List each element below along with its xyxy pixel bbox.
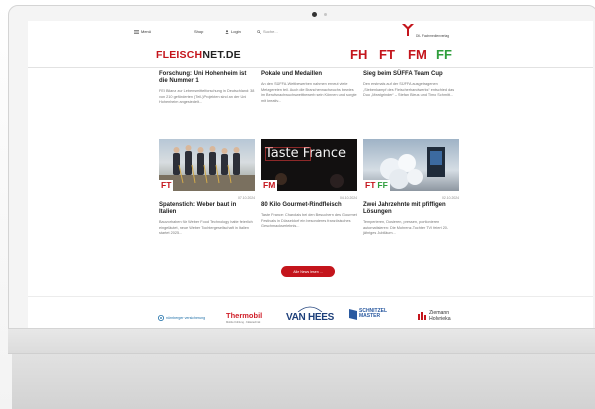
article-excerpt: An den SÜFFA-Wettbewerben nahmen erneut … — [261, 82, 357, 103]
partner-name: Thermobil — [226, 311, 263, 320]
article-date: 07.10.2024 — [238, 196, 255, 200]
hamburger-icon — [134, 29, 139, 34]
webcam-icon — [312, 12, 317, 17]
search-input[interactable]: Suche... — [257, 29, 278, 34]
top-nav: Menü Shop Login Suche... DIL Fachmedienv… — [28, 21, 593, 41]
article-title[interactable]: 80 Kilo Gourmet-Rindfleisch — [261, 202, 357, 209]
article-card[interactable]: Pokale und Medaillen An den SÜFFA-Wettbe… — [261, 71, 357, 104]
divider — [28, 296, 593, 297]
article-image[interactable]: FT — [159, 139, 255, 191]
article-card[interactable]: Sieg beim SÜFFA Team Cup Den erstmals au… — [363, 71, 459, 99]
article-image[interactable]: Taste France FM — [261, 139, 357, 191]
login-label: Login — [231, 29, 241, 34]
tag-fh[interactable]: FH — [350, 47, 367, 62]
article-image[interactable]: FT FF — [363, 139, 459, 191]
article-card[interactable]: Zwei Jahrzehnte mit pfiffigen Lösungen T… — [363, 202, 459, 237]
tag-ft[interactable]: FT — [379, 47, 395, 62]
shop-label: Shop — [194, 29, 204, 34]
sensor-dot — [324, 13, 327, 16]
article-title[interactable]: Zwei Jahrzehnte mit pfiffigen Lösungen — [363, 202, 459, 216]
monitor-chin — [8, 328, 595, 354]
ziemann-icon — [418, 312, 426, 320]
publisher-name: DIL Fachmedienverlag — [416, 34, 450, 38]
article-card[interactable]: Forschung: Uni Hohenheim ist die Nummer … — [159, 71, 255, 106]
badge-label: FT — [161, 180, 172, 190]
groundbreaking-photo — [159, 145, 255, 191]
article-card[interactable]: 80 Kilo Gourmet-Rindfleisch Taste France… — [261, 202, 357, 230]
article-title[interactable]: Forschung: Uni Hohenheim ist die Nummer … — [159, 71, 255, 85]
partner-name: nürnberger versicherung — [166, 316, 206, 320]
dil-logo-icon — [402, 24, 414, 36]
article-date: 04.10.2024 — [340, 196, 357, 200]
article-date: 02.10.2024 — [442, 196, 459, 200]
menu-label: Menü — [141, 29, 152, 34]
magazine-badge: FT FF — [363, 180, 390, 191]
site-logo-part2: NET.DE — [202, 49, 241, 61]
partner-logo[interactable]: VAN HEES — [286, 305, 334, 323]
article-excerpt: Taste France: Charolais bei den Besucher… — [261, 213, 357, 229]
badge-label: FT — [365, 180, 376, 190]
van-hees-arc-icon — [297, 306, 323, 312]
article-excerpt: FEI Bilanz zur Lebensmittelforschung in … — [159, 89, 255, 105]
partner-logo[interactable]: nürnberger versicherung — [158, 315, 205, 321]
article-title[interactable]: Pokale und Medaillen — [261, 71, 357, 78]
article-excerpt: Bauvorhaben für Weber Food Technology ha… — [159, 220, 253, 236]
article-title[interactable]: Spatenstich: Weber baut in Italien — [159, 202, 255, 216]
all-news-button[interactable]: Alle News lesen ... — [281, 266, 335, 277]
search-placeholder: Suche... — [263, 29, 278, 34]
user-icon — [225, 29, 229, 34]
tag-fm[interactable]: FM — [408, 47, 427, 62]
shop-link[interactable]: Shop — [194, 29, 203, 34]
partner-logo[interactable]: Ziemann Holvrieka — [418, 310, 451, 322]
search-icon — [257, 29, 261, 34]
partner-sub: Mobile Kühlung · Kältetechnik — [226, 321, 261, 324]
badge-label: FM — [263, 180, 276, 190]
schnitzel-master-icon — [349, 309, 357, 320]
nuernberger-icon — [158, 315, 164, 321]
magazine-badge: FT — [159, 180, 174, 191]
monitor-stand — [12, 348, 595, 409]
partner-name: SCHNITZEL MASTER — [359, 307, 387, 319]
partner-logo[interactable]: Thermobil Mobile Kühlung · Kältetechnik — [226, 311, 262, 324]
partner-logo[interactable]: SCHNITZEL MASTER — [349, 307, 387, 320]
partner-sub: Holvrieka — [429, 316, 451, 322]
brand-bar: FLEISCHNET.DE FH FT FM FF — [28, 41, 593, 68]
site-logo[interactable]: FLEISCHNET.DE — [156, 49, 241, 61]
magazine-badge: FM — [261, 180, 278, 191]
tag-ff[interactable]: FF — [436, 47, 452, 62]
partner-name: VAN HEES — [286, 312, 334, 323]
article-excerpt: Den erstmals auf der SÜFFA ausgetragenen… — [363, 82, 455, 98]
menu-button[interactable]: Menü — [134, 29, 151, 34]
login-link[interactable]: Login — [225, 29, 241, 34]
site-logo-part1: FLEISCH — [156, 49, 203, 61]
badge-label: FF — [377, 180, 388, 190]
article-card[interactable]: Spatenstich: Weber baut in Italien Bauvo… — [159, 202, 255, 237]
article-excerpt: Temperieren, Dosieren, pressen, portioni… — [363, 220, 449, 236]
screen: Menü Shop Login Suche... DIL Fachmedienv… — [28, 21, 593, 328]
article-title[interactable]: Sieg beim SÜFFA Team Cup — [363, 71, 459, 78]
